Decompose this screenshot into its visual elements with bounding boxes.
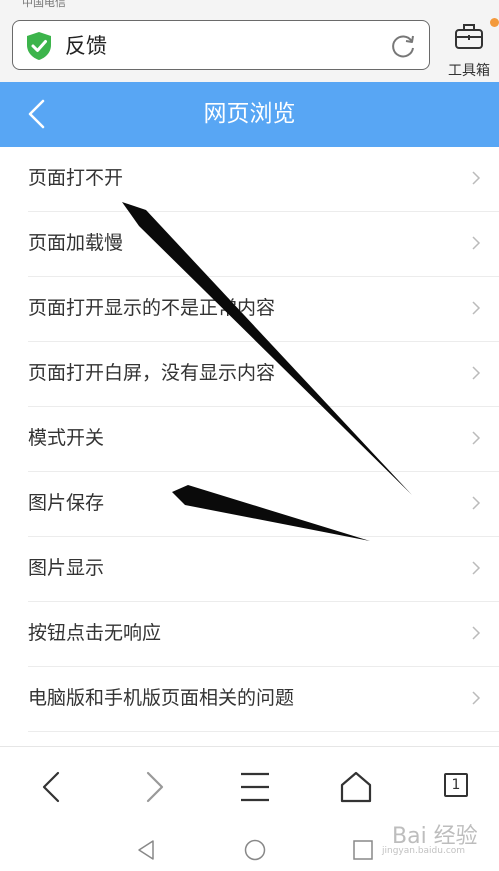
list-item[interactable]: 图片显示 [0, 537, 499, 602]
reload-icon[interactable] [389, 32, 417, 60]
chevron-right-icon [472, 366, 481, 380]
list-item[interactable]: 页面打开白屏，没有显示内容 [0, 342, 499, 407]
list-item[interactable]: 页面打不开 [0, 147, 499, 212]
list-item-label: 按钮点击无响应 [28, 622, 162, 644]
list-item-label: 电脑版和手机版页面相关的问题 [28, 687, 295, 709]
chevron-right-icon [472, 691, 481, 705]
home-icon[interactable] [334, 765, 378, 809]
system-back-icon[interactable] [134, 838, 158, 862]
menu-icon[interactable] [233, 765, 277, 809]
list-item[interactable]: 模式开关 [0, 407, 499, 472]
toolbox-icon [455, 24, 483, 49]
chevron-right-icon [472, 301, 481, 315]
list-item[interactable]: 按钮点击无响应 [0, 602, 499, 667]
notification-dot [490, 18, 499, 27]
address-bar[interactable]: 反馈 [12, 20, 430, 70]
list-item[interactable]: 页面加载慢 [0, 212, 499, 277]
list-item-label: 图片保存 [28, 492, 105, 514]
page-title: 反馈 [65, 34, 107, 58]
chevron-right-icon [472, 171, 481, 185]
chevron-right-icon [472, 561, 481, 575]
system-home-icon[interactable] [243, 838, 267, 862]
browser-top-bar: 反馈 工具箱 [0, 10, 499, 82]
header-title: 网页浏览 [203, 101, 296, 127]
list-item[interactable]: 页面打开显示的不是正常内容 [0, 277, 499, 342]
chevron-right-icon [472, 626, 481, 640]
chevron-right-icon [472, 431, 481, 445]
carrier-label: 中国电信 [22, 0, 66, 9]
list-item[interactable]: 电脑版和手机版页面相关的问题 [0, 667, 499, 732]
page-header: 网页浏览 [0, 82, 499, 147]
list-item-label: 模式开关 [28, 427, 105, 449]
watermark-url: jingyan.baidu.com [382, 846, 466, 856]
shield-check-icon [27, 32, 51, 60]
watermark: Bai 经验 jingyan.baidu.com [380, 812, 495, 862]
feedback-menu-list: 页面打不开 页面加载慢 页面打开显示的不是正常内容 页面打开白屏，没有显示内容 … [0, 147, 499, 732]
tabs-icon[interactable]: 1 [444, 773, 468, 797]
chevron-right-icon [472, 496, 481, 510]
chevron-right-icon [472, 236, 481, 250]
list-item[interactable]: 图片保存 [0, 472, 499, 537]
toolbox-button[interactable]: 工具箱 [440, 16, 499, 79]
nav-back-icon[interactable] [30, 765, 74, 809]
list-item-label: 图片显示 [28, 557, 105, 579]
list-item-label: 页面加载慢 [28, 232, 124, 254]
divider [28, 731, 499, 732]
status-bar: 中国电信 [0, 0, 499, 10]
toolbox-label: 工具箱 [448, 63, 490, 79]
list-item-label: 页面打开白屏，没有显示内容 [28, 362, 276, 384]
system-recent-icon[interactable] [351, 838, 375, 862]
nav-forward-icon[interactable] [132, 765, 176, 809]
list-item-label: 页面打开显示的不是正常内容 [28, 297, 276, 319]
list-item-label: 页面打不开 [28, 167, 124, 189]
